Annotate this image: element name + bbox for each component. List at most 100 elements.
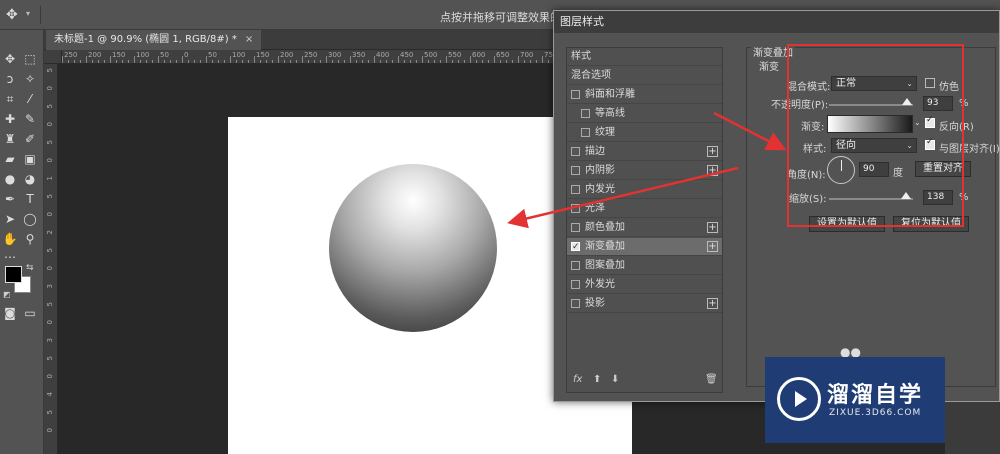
- history-brush-icon[interactable]: ✐: [21, 130, 39, 148]
- eyedropper-icon[interactable]: ⁄: [21, 90, 39, 108]
- style-item[interactable]: 外发光: [567, 276, 722, 294]
- ruler-tick-label: 50: [160, 51, 169, 59]
- style-checkbox[interactable]: [571, 90, 580, 99]
- document-tab-label: 未标题-1 @ 90.9% (椭圆 1, RGB/8#) *: [54, 34, 237, 45]
- lasso-tool-icon[interactable]: ↄ: [1, 70, 19, 88]
- ruler-tick-label: 0: [46, 320, 54, 325]
- crop-tool-icon[interactable]: ⌗: [1, 90, 19, 108]
- ruler-tick-label: 700: [520, 51, 534, 59]
- close-icon[interactable]: ×: [245, 34, 253, 45]
- move-tool-icon[interactable]: ✥: [1, 50, 19, 68]
- ruler-tick: [278, 56, 279, 63]
- style-checkbox[interactable]: [571, 223, 580, 232]
- ruler-tick: [338, 60, 339, 63]
- ruler-tick-label: 350: [352, 51, 366, 59]
- trash-icon[interactable]: 🗑: [705, 374, 718, 385]
- style-item[interactable]: 描边 +: [567, 143, 722, 161]
- marquee-tool-icon[interactable]: ⬚: [21, 50, 39, 68]
- blur-tool-icon[interactable]: ●: [1, 170, 19, 188]
- watermark: 溜溜自学 ZIXUE.3D66.COM: [765, 357, 945, 443]
- add-effect-icon[interactable]: +: [707, 298, 718, 309]
- ellipse-tool-icon[interactable]: ◯: [21, 210, 39, 228]
- style-checkbox[interactable]: [571, 147, 580, 156]
- ruler-tick-label: 2: [46, 230, 54, 235]
- move-down-icon[interactable]: ⬇: [611, 374, 619, 385]
- style-item-label: 内发光: [585, 184, 615, 195]
- fx-icon[interactable]: fx: [573, 374, 582, 385]
- style-item[interactable]: 投影 +: [567, 295, 722, 313]
- move-up-icon[interactable]: ⬆: [593, 374, 601, 385]
- ruler-tick: [212, 60, 213, 63]
- style-item[interactable]: 纹理: [567, 124, 722, 142]
- style-item[interactable]: 混合选项: [567, 67, 722, 85]
- brush-tool-icon[interactable]: ✎: [21, 110, 39, 128]
- hand-tool-icon[interactable]: ✋: [1, 230, 19, 248]
- ruler-tick: [296, 60, 297, 63]
- ruler-tick: [86, 56, 87, 63]
- ruler-tick-label: 5: [46, 248, 54, 253]
- style-checkbox[interactable]: [581, 109, 590, 118]
- zoom-tool-icon[interactable]: ⚲: [21, 230, 39, 248]
- ruler-tick-label: 0: [46, 158, 54, 163]
- style-item[interactable]: 渐变叠加 +: [567, 238, 722, 256]
- ruler-tick: [332, 60, 333, 63]
- healing-brush-icon[interactable]: ✚: [1, 110, 19, 128]
- horizontal-ruler: 250 200 150 100 50 0 50 100 150 200 250 300 350 400 45…: [62, 50, 560, 64]
- move-icon[interactable]: ✥: [6, 7, 18, 23]
- style-item[interactable]: 等高线: [567, 105, 722, 123]
- ruler-tick-label: 0: [46, 428, 54, 433]
- style-item[interactable]: 内阴影 +: [567, 162, 722, 180]
- foreground-color-swatch[interactable]: [5, 266, 22, 283]
- add-effect-icon[interactable]: +: [707, 241, 718, 252]
- style-item[interactable]: 斜面和浮雕: [567, 86, 722, 104]
- chevron-down-icon[interactable]: ▾: [26, 9, 30, 18]
- gradient-tool-icon[interactable]: ▣: [21, 150, 39, 168]
- ruler-tick: [200, 60, 201, 63]
- style-checkbox[interactable]: [571, 261, 580, 270]
- ruler-tick-label: 0: [46, 122, 54, 127]
- eraser-icon[interactable]: ▰: [1, 150, 19, 168]
- style-item[interactable]: 光泽: [567, 200, 722, 218]
- style-item-label: 混合选项: [571, 70, 611, 81]
- ellipse-layer-sphere[interactable]: [329, 164, 497, 332]
- ruler-tick: [104, 60, 105, 63]
- clone-stamp-icon[interactable]: ♜: [1, 130, 19, 148]
- style-checkbox[interactable]: [571, 185, 580, 194]
- dodge-tool-icon[interactable]: ◕: [21, 170, 39, 188]
- add-effect-icon[interactable]: +: [707, 165, 718, 176]
- style-item[interactable]: 图案叠加: [567, 257, 722, 275]
- quick-mask-icon[interactable]: ◙: [1, 304, 19, 322]
- add-effect-icon[interactable]: +: [707, 222, 718, 233]
- style-item[interactable]: 样式: [567, 48, 722, 66]
- document-tab-bar: 未标题-1 @ 90.9% (椭圆 1, RGB/8#) * ×: [44, 30, 560, 50]
- style-checkbox[interactable]: [571, 166, 580, 175]
- ruler-tick: [98, 60, 99, 63]
- path-select-icon[interactable]: ➤: [1, 210, 19, 228]
- ruler-tick: [236, 60, 237, 63]
- style-item-label: 颜色叠加: [585, 222, 625, 233]
- more-tools-icon[interactable]: ⋯: [1, 248, 19, 266]
- style-checkbox[interactable]: [571, 204, 580, 213]
- style-checkbox[interactable]: [571, 299, 580, 308]
- type-tool-icon[interactable]: T: [21, 190, 39, 208]
- ruler-tick-label: 0: [46, 86, 54, 91]
- style-item-label: 图案叠加: [585, 260, 625, 271]
- pen-tool-icon[interactable]: ✒: [1, 190, 19, 208]
- ruler-tick: [68, 60, 69, 63]
- default-colors-icon[interactable]: ◩: [3, 290, 11, 299]
- ruler-tick-label: 100: [232, 51, 246, 59]
- magic-wand-icon[interactable]: ✧: [21, 70, 39, 88]
- add-effect-icon[interactable]: +: [707, 146, 718, 157]
- document-tab[interactable]: 未标题-1 @ 90.9% (椭圆 1, RGB/8#) * ×: [46, 30, 262, 50]
- ruler-tick-label: 400: [376, 51, 390, 59]
- ruler-tick: [374, 56, 375, 63]
- style-checkbox[interactable]: [581, 128, 590, 137]
- style-item[interactable]: 内发光: [567, 181, 722, 199]
- swap-colors-icon[interactable]: ⇆: [26, 263, 34, 273]
- screen-mode-icon[interactable]: ▭: [21, 304, 39, 322]
- ruler-tick: [140, 60, 141, 63]
- style-checkbox[interactable]: [571, 238, 580, 256]
- style-item-label: 描边: [585, 146, 605, 157]
- style-item[interactable]: 颜色叠加 +: [567, 219, 722, 237]
- style-checkbox[interactable]: [571, 280, 580, 289]
